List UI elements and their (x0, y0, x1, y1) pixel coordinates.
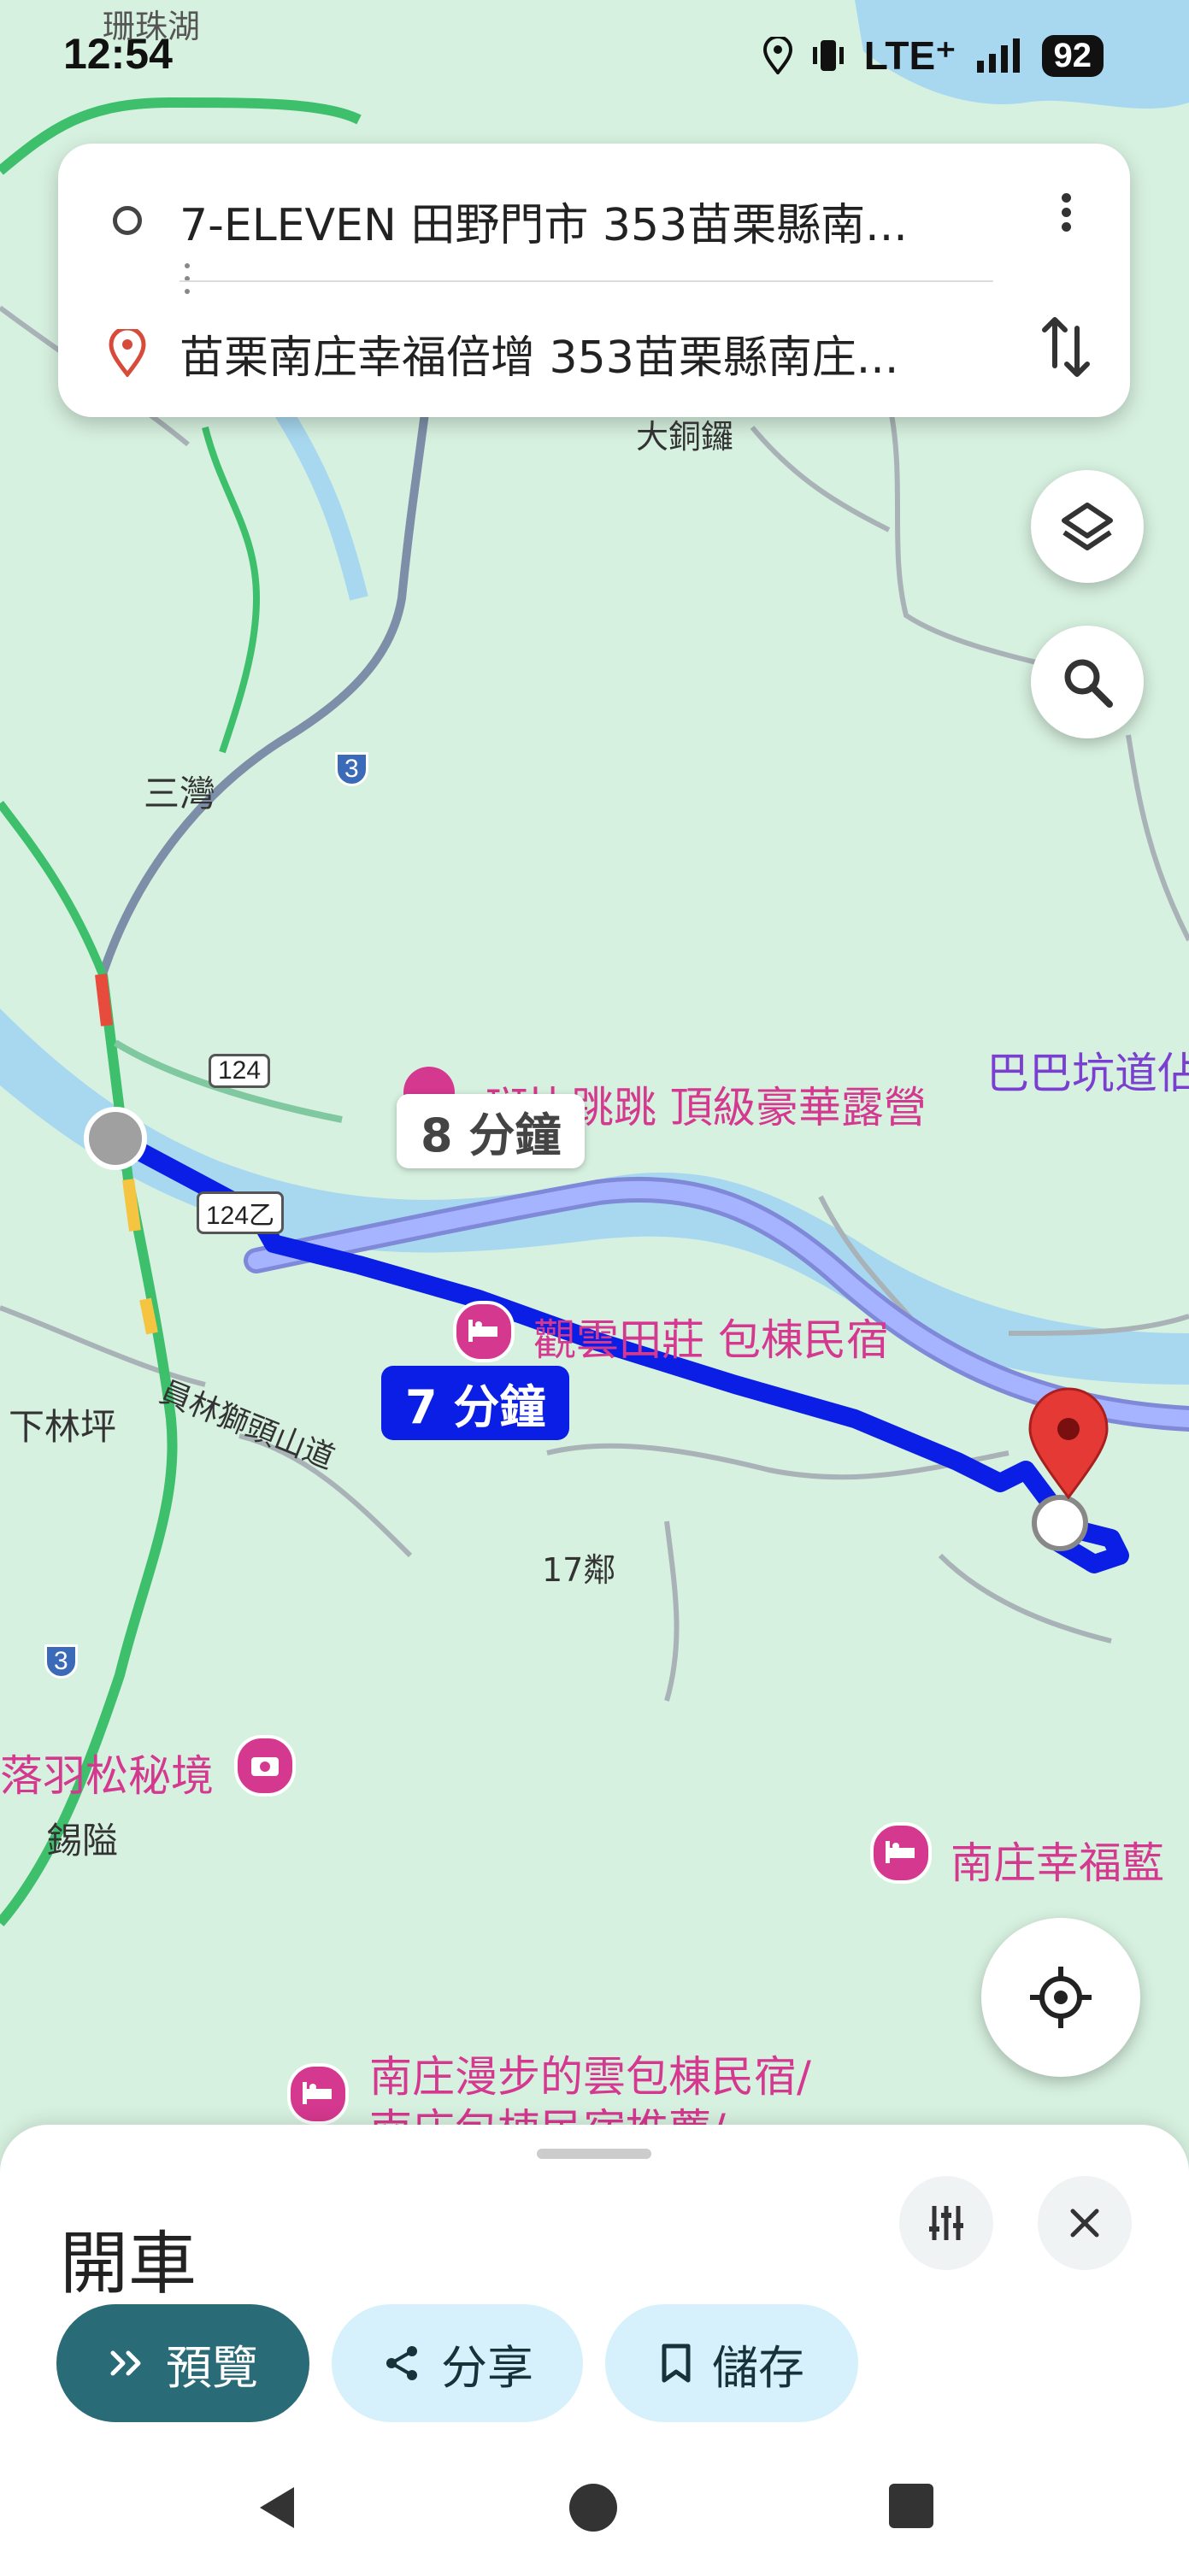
drag-handle[interactable] (537, 2149, 651, 2159)
preview-label: 預覽 (166, 2340, 258, 2395)
hotel-icon (468, 1320, 497, 1342)
close-icon (1070, 2208, 1099, 2238)
place-label-right: 巴巴坑道佔 (986, 1049, 1189, 1098)
search-icon (1064, 659, 1113, 708)
route-options-button[interactable] (899, 2176, 993, 2270)
place-label-xiling: 錫隘 (46, 1820, 119, 1861)
hotel-pin-guanyun[interactable] (453, 1301, 515, 1362)
hotel-pin-happy[interactable] (870, 1822, 932, 1884)
origin-row[interactable]: 7-ELEVEN 田野門市 353苗栗縣南... (58, 165, 1130, 276)
travel-mode-title: 開車 (60, 2224, 197, 2303)
my-location-icon (1030, 1967, 1092, 2028)
poi-nanzhuang-happy[interactable]: 南庄幸福藍 (951, 1829, 1164, 1891)
save-button[interactable]: 儲存 (605, 2304, 858, 2422)
destination-field[interactable]: 苗栗南庄幸福倍增 353苗栗縣南庄... (180, 321, 898, 385)
road-shield-124b: 124乙 (197, 1191, 285, 1234)
share-icon (386, 2346, 417, 2380)
preview-button[interactable]: 預覽 (56, 2304, 309, 2422)
share-button[interactable]: 分享 (332, 2304, 583, 2422)
status-icons: LTE⁺ 92 (762, 32, 1104, 79)
recents-square-icon[interactable] (887, 2482, 935, 2530)
search-button[interactable] (1031, 626, 1144, 738)
bookmark-icon (662, 2344, 691, 2383)
place-label-sanwan: 三灣 (144, 773, 216, 815)
primary-route-time[interactable]: 7 分鐘 (381, 1366, 570, 1440)
tune-icon (929, 2206, 963, 2240)
location-pin-icon (109, 329, 146, 377)
road-shield-124: 124 (209, 1054, 271, 1088)
save-label: 儲存 (712, 2340, 804, 2395)
place-label-xialinping: 下林坪 (9, 1406, 117, 1448)
more-vert-icon[interactable] (1053, 188, 1079, 239)
poi-luoyu[interactable]: 落羽松秘境 (0, 1742, 214, 1803)
place-label-17: 17鄰 (542, 1551, 616, 1589)
origin-field[interactable]: 7-ELEVEN 田野門市 353苗栗縣南... (180, 189, 908, 253)
circle-icon (113, 206, 142, 235)
double-chevron-icon (110, 2350, 141, 2376)
route-end-marker (1032, 1495, 1088, 1551)
directions-card: 7-ELEVEN 田野門市 353苗栗縣南... 苗栗南庄幸福倍增 353苗栗縣… (58, 144, 1130, 417)
divider (180, 280, 993, 282)
hotel-pin-walk[interactable] (287, 2063, 349, 2125)
share-label: 分享 (441, 2340, 533, 2395)
destination-row[interactable]: 苗栗南庄幸福倍增 353苗栗縣南庄... (58, 297, 1130, 409)
route-dots (185, 263, 190, 301)
road-shield-3a: 3 (335, 752, 368, 786)
hotel-icon (886, 1841, 915, 1863)
system-nav-bar (0, 2427, 1189, 2576)
place-label-dadongluo: 大銅鑼 (636, 418, 734, 456)
location-status-icon (762, 37, 792, 74)
place-label-top-left: 珊珠湖 (103, 8, 201, 45)
route-start-marker (84, 1107, 147, 1170)
poi-guanyun[interactable]: 觀雲田莊 包棟民宿 (533, 1306, 889, 1367)
signal-icon (976, 38, 1020, 73)
alt-route-time[interactable]: 8 分鐘 (397, 1094, 586, 1168)
layers-button[interactable] (1031, 470, 1144, 583)
camera-icon (251, 1757, 279, 1776)
layers-icon (1062, 503, 1113, 550)
close-button[interactable] (1038, 2176, 1132, 2270)
vibrate-icon (812, 40, 844, 71)
battery-level: 92 (1041, 34, 1104, 77)
back-triangle-icon[interactable] (251, 2482, 303, 2533)
network-type: LTE⁺ (863, 33, 956, 78)
hotel-icon (303, 2082, 332, 2104)
road-shield-3b: 3 (44, 1644, 78, 1679)
photo-pin[interactable] (234, 1735, 296, 1797)
home-circle-icon[interactable] (568, 2482, 619, 2533)
swap-vert-icon[interactable] (1036, 313, 1096, 381)
my-location-button[interactable] (981, 1918, 1140, 2077)
